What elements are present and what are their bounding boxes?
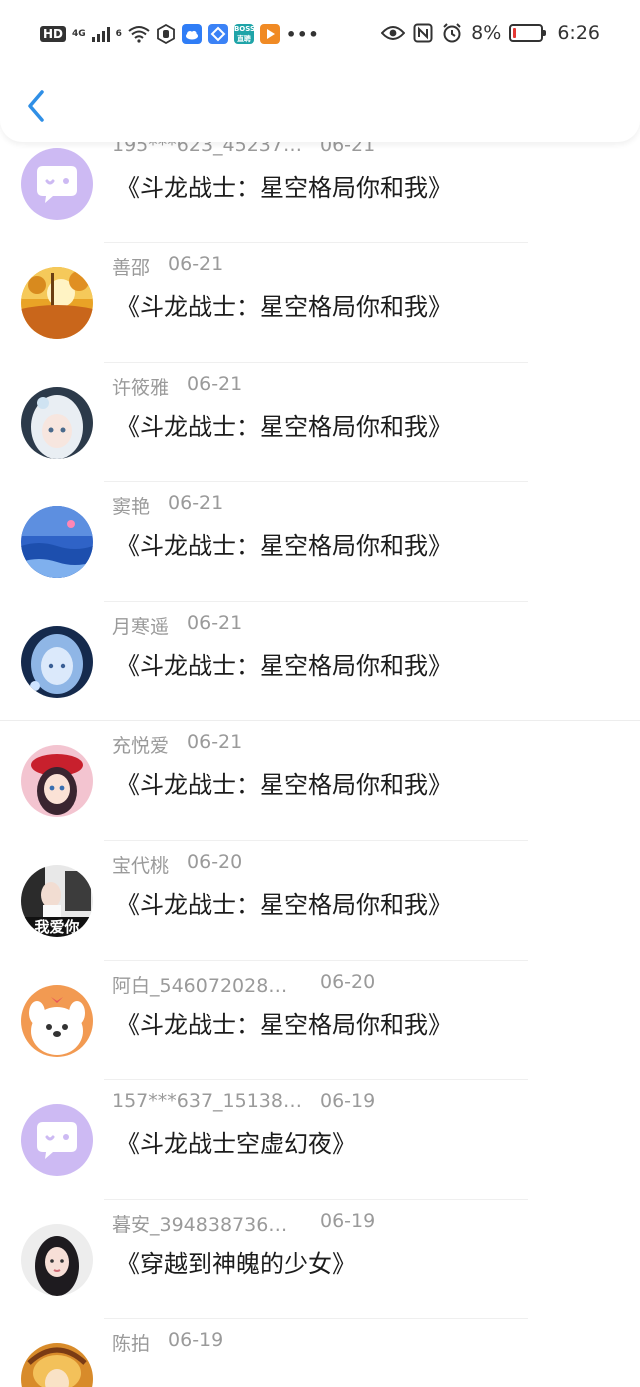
user-name[interactable]: 暮安_394838736…	[112, 1210, 302, 1237]
user-name[interactable]: 阿白_546072028…	[112, 971, 302, 998]
avatar[interactable]	[21, 267, 93, 339]
list-item[interactable]: 157***637_15138… 06-19 《斗龙战士空虚幻夜》	[0, 1080, 640, 1200]
eye-icon	[381, 26, 406, 40]
list-item[interactable]: 195***623_45237… 06-21 《斗龙战士：星空格局你和我》	[0, 134, 640, 243]
comment-list[interactable]: 195***623_45237… 06-21 《斗龙战士：星空格局你和我》 善邵 0…	[0, 134, 640, 1387]
comment-text: 《斗龙战士：星空格局你和我》	[116, 651, 452, 680]
comment-date: 06-21	[187, 611, 243, 634]
avatar[interactable]	[21, 506, 93, 579]
golden-avatar-icon	[21, 1343, 93, 1387]
list-item[interactable]: 我爱你 宝代桃 06-20 《斗龙战士：星空格局你和我》	[0, 841, 640, 961]
list-item[interactable]: 窦艳 06-21 《斗龙战士：星空格局你和我》	[0, 482, 640, 602]
avatar[interactable]	[21, 1343, 93, 1387]
user-name[interactable]: 善邵	[112, 253, 150, 280]
more-notifications-icon: •••	[285, 24, 320, 44]
status-bar-left: HD 4G 6 BOSS 直聘 •••	[40, 24, 320, 44]
status-bar: HD 4G 6 BOSS 直聘 ••• 8% 6:26	[0, 18, 640, 54]
comment-meta: 157***637_15138… 06-19	[112, 1090, 375, 1112]
comment-meta: 善邵 06-21	[112, 253, 223, 280]
network-type: 4G	[72, 29, 86, 39]
list-item[interactable]: 陈拍 06-19	[0, 1319, 640, 1387]
clock-time: 6:26	[557, 22, 600, 44]
comment-date: 06-21	[168, 253, 224, 275]
dark-hair-girl-avatar-icon	[21, 1223, 93, 1296]
photo-girl-avatar-icon: 我爱你	[21, 864, 93, 937]
red-hat-girl-avatar-icon	[21, 745, 93, 818]
comment-date: 06-20	[187, 850, 243, 873]
avatar[interactable]	[21, 625, 93, 698]
list-item[interactable]: 善邵 06-21 《斗龙战士：星空格局你和我》	[0, 243, 640, 363]
alarm-icon	[443, 23, 461, 43]
comment-text: 《穿越到神魄的少女》	[116, 1249, 356, 1278]
comment-date: 06-19	[168, 1329, 224, 1352]
avatar-caption: 我爱你	[34, 918, 79, 936]
comment-meta: 暮安_394838736… 06-19	[112, 1210, 375, 1237]
comment-text: 《斗龙战士：星空格局你和我》	[116, 174, 452, 202]
list-item[interactable]: 月寒遥 06-21 《斗龙战士：星空格局你和我》	[0, 602, 640, 722]
user-name[interactable]: 窦艳	[112, 492, 150, 519]
cloud-app-icon	[181, 24, 202, 44]
comment-date: 06-20	[320, 970, 376, 993]
wifi-icon	[128, 26, 150, 43]
comment-text: 《斗龙战士：星空格局你和我》	[116, 1010, 452, 1039]
list-item[interactable]: 充悦爱 06-21 《斗龙战士：星空格局你和我》	[0, 721, 640, 841]
comment-meta: 宝代桃 06-20	[112, 851, 242, 878]
comment-meta: 陈拍 06-19	[112, 1329, 223, 1356]
chevron-left-icon	[28, 90, 44, 122]
list-item[interactable]: 暮安_394838736… 06-19 《穿越到神魄的少女》	[0, 1200, 640, 1320]
comment-text: 《斗龙战士：星空格局你和我》	[116, 293, 452, 321]
autumn-avatar-icon	[21, 267, 93, 339]
user-name[interactable]: 宝代桃	[112, 851, 169, 878]
hand-app-icon	[157, 24, 175, 44]
comment-date: 06-21	[168, 492, 224, 515]
user-name[interactable]: 陈拍	[112, 1329, 150, 1356]
comment-text: 《斗龙战士：星空格局你和我》	[116, 890, 452, 919]
avatar[interactable]	[21, 984, 93, 1057]
comment-text: 《斗龙战士：星空格局你和我》	[116, 412, 452, 441]
puppy-avatar-icon	[21, 984, 93, 1057]
comment-date: 06-21	[187, 731, 243, 754]
avatar[interactable]	[21, 745, 93, 818]
comment-date: 06-19	[320, 1090, 376, 1113]
comment-meta: 充悦爱 06-21	[112, 731, 242, 758]
comment-meta: 月寒遥 06-21	[112, 612, 242, 639]
battery-icon	[509, 24, 547, 42]
top-header: HD 4G 6 BOSS 直聘 ••• 8% 6:26	[0, 0, 640, 142]
comment-text: 《斗龙战士：星空格局你和我》	[116, 771, 452, 800]
user-name[interactable]: 月寒遥	[112, 612, 169, 639]
avatar[interactable]	[21, 386, 93, 459]
avatar[interactable]	[21, 1104, 93, 1177]
battery-percent: 8%	[471, 22, 502, 44]
user-name[interactable]: 157***637_15138…	[112, 1090, 302, 1112]
user-name[interactable]: 许筱雅	[112, 373, 169, 400]
comment-date: 06-21	[187, 372, 243, 395]
default-chat-avatar-icon	[21, 1104, 93, 1177]
nfc-icon	[413, 23, 433, 43]
ice-girl-avatar-icon	[21, 625, 93, 698]
comment-date: 06-19	[320, 1209, 376, 1232]
list-item[interactable]: 许筱雅 06-21 《斗龙战士：星空格局你和我》	[0, 363, 640, 483]
anime-girl-avatar-icon	[21, 386, 93, 459]
hd-badge: HD	[40, 26, 67, 42]
avatar[interactable]	[21, 1223, 93, 1296]
comment-meta: 阿白_546072028… 06-20	[112, 971, 375, 998]
comment-meta: 窦艳 06-21	[112, 492, 223, 519]
comment-meta: 许筱雅 06-21	[112, 373, 242, 400]
signal-icon	[91, 26, 110, 42]
comment-text: 《斗龙战士：星空格局你和我》	[116, 532, 452, 561]
boss-app-icon: BOSS 直聘	[233, 24, 255, 44]
play-app-icon	[259, 24, 280, 44]
blue-sea-avatar-icon	[21, 506, 93, 579]
diamond-app-icon	[207, 24, 228, 44]
status-bar-right: 8% 6:26	[381, 22, 600, 44]
wifi-badge: 6	[115, 29, 122, 39]
default-chat-avatar-icon	[21, 148, 93, 220]
comment-text: 《斗龙战士空虚幻夜》	[116, 1130, 356, 1159]
back-button[interactable]	[22, 86, 52, 126]
list-item[interactable]: 阿白_546072028… 06-20 《斗龙战士：星空格局你和我》	[0, 961, 640, 1081]
avatar[interactable]: 我爱你	[21, 864, 93, 937]
user-name[interactable]: 充悦爱	[112, 731, 169, 758]
avatar[interactable]	[21, 148, 93, 220]
